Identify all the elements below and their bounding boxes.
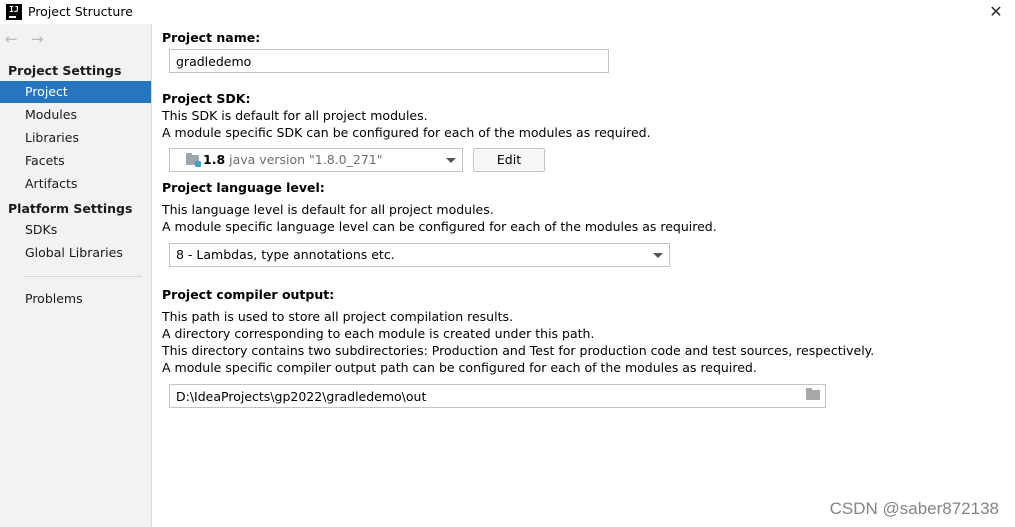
watermark: CSDN @saber872138 <box>829 499 999 518</box>
sdk-version-detail: java version "1.8.0_271" <box>229 152 383 167</box>
compiler-output-desc-4: A module specific compiler output path c… <box>162 360 757 375</box>
title-bar: IJ Project Structure ✕ <box>0 0 1015 24</box>
project-name-input[interactable] <box>169 49 609 73</box>
nav-arrows: ← → <box>5 30 57 48</box>
language-level-desc-2: A module specific language level can be … <box>162 219 717 234</box>
main-content: Project name: Project SDK: This SDK is d… <box>152 24 1015 527</box>
compiler-output-desc-3: This directory contains two subdirectori… <box>162 343 875 358</box>
compiler-output-desc-2: A directory corresponding to each module… <box>162 326 595 341</box>
sidebar-item-sdks[interactable]: SDKs <box>0 219 151 241</box>
forward-arrow-icon[interactable]: → <box>31 30 47 48</box>
intellij-app-icon: IJ <box>6 4 22 20</box>
project-sdk-desc-1: This SDK is default for all project modu… <box>162 108 428 123</box>
compiler-output-field <box>169 384 826 408</box>
language-level-desc-1: This language level is default for all p… <box>162 202 494 217</box>
sidebar-item-modules[interactable]: Modules <box>0 104 151 126</box>
project-name-label: Project name: <box>162 30 261 45</box>
project-sdk-label: Project SDK: <box>162 91 251 106</box>
sidebar-item-project[interactable]: Project <box>0 81 151 103</box>
compiler-output-label: Project compiler output: <box>162 287 335 302</box>
chevron-down-icon <box>653 253 663 258</box>
sidebar-item-artifacts[interactable]: Artifacts <box>0 173 151 195</box>
sidebar: ← → Project Settings Project Modules Libr… <box>0 24 152 527</box>
sidebar-item-facets[interactable]: Facets <box>0 150 151 172</box>
sidebar-item-global-libraries[interactable]: Global Libraries <box>0 242 151 264</box>
compiler-output-path-input[interactable] <box>169 384 826 408</box>
project-settings-title: Project Settings <box>8 63 122 78</box>
sdk-folder-icon <box>186 153 201 167</box>
close-icon[interactable]: ✕ <box>987 3 1005 21</box>
compiler-output-desc-1: This path is used to store all project c… <box>162 309 513 324</box>
sidebar-item-libraries[interactable]: Libraries <box>0 127 151 149</box>
language-level-label: Project language level: <box>162 180 325 195</box>
sidebar-item-problems[interactable]: Problems <box>0 288 151 310</box>
language-level-dropdown[interactable]: 8 - Lambdas, type annotations etc. <box>169 243 670 267</box>
sidebar-separator <box>24 276 142 277</box>
browse-folder-icon[interactable] <box>806 388 820 400</box>
window-title: Project Structure <box>28 4 133 19</box>
chevron-down-icon <box>446 158 456 163</box>
sdk-edit-button[interactable]: Edit <box>473 148 545 172</box>
platform-settings-title: Platform Settings <box>8 201 133 216</box>
project-sdk-desc-2: A module specific SDK can be configured … <box>162 125 651 140</box>
project-sdk-dropdown[interactable]: 1.8 java version "1.8.0_271" <box>169 148 463 172</box>
language-level-value: 8 - Lambdas, type annotations etc. <box>176 247 395 262</box>
back-arrow-icon[interactable]: ← <box>5 30 21 48</box>
sdk-version: 1.8 <box>203 152 226 167</box>
